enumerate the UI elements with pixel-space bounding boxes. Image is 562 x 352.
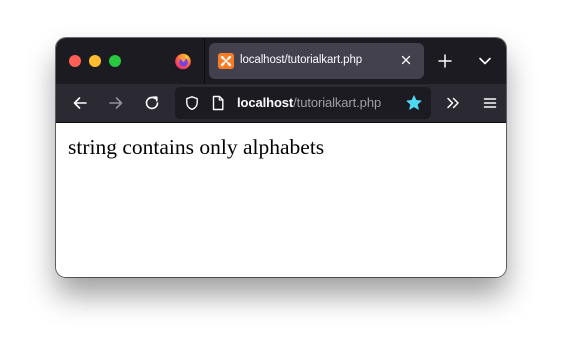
double-chevron-icon[interactable] [444, 94, 462, 112]
page-icon[interactable] [211, 95, 225, 111]
firefox-icon[interactable] [174, 52, 192, 70]
chevron-down-icon[interactable] [476, 52, 494, 70]
arrow-right-icon[interactable] [107, 94, 125, 112]
reload-icon[interactable] [143, 94, 161, 112]
window-maximize-button[interactable] [109, 55, 121, 67]
page-body-text: string contains only alphabets [68, 135, 325, 159]
star-icon[interactable] [405, 94, 423, 112]
desktop-background: localhost/tutorialkart.php localhost/tut… [0, 0, 562, 352]
arrow-left-icon[interactable] [71, 94, 89, 112]
url-path: /tutorialkart.php [293, 95, 382, 110]
hamburger-icon[interactable] [481, 94, 499, 112]
close-icon[interactable] [398, 52, 414, 68]
browser-window: localhost/tutorialkart.php localhost/tut… [56, 38, 506, 277]
address-bar[interactable]: localhost/tutorialkart.php [175, 87, 431, 119]
page-content: string contains only alphabets [56, 123, 506, 277]
shield-icon[interactable] [184, 95, 200, 111]
tab-title: localhost/tutorialkart.php [240, 54, 363, 66]
xampp-icon [218, 53, 234, 69]
plus-icon[interactable] [436, 52, 454, 70]
window-close-button[interactable] [69, 55, 81, 67]
tab-tutorialkart[interactable]: localhost/tutorialkart.php [209, 43, 424, 79]
url-text[interactable]: localhost/tutorialkart.php [237, 95, 381, 110]
tab-divider [204, 38, 205, 84]
navigation-toolbar: localhost/tutorialkart.php [56, 84, 506, 123]
window-minimize-button[interactable] [89, 55, 101, 67]
tab-bar: localhost/tutorialkart.php [56, 38, 506, 84]
url-host: localhost [237, 95, 294, 110]
